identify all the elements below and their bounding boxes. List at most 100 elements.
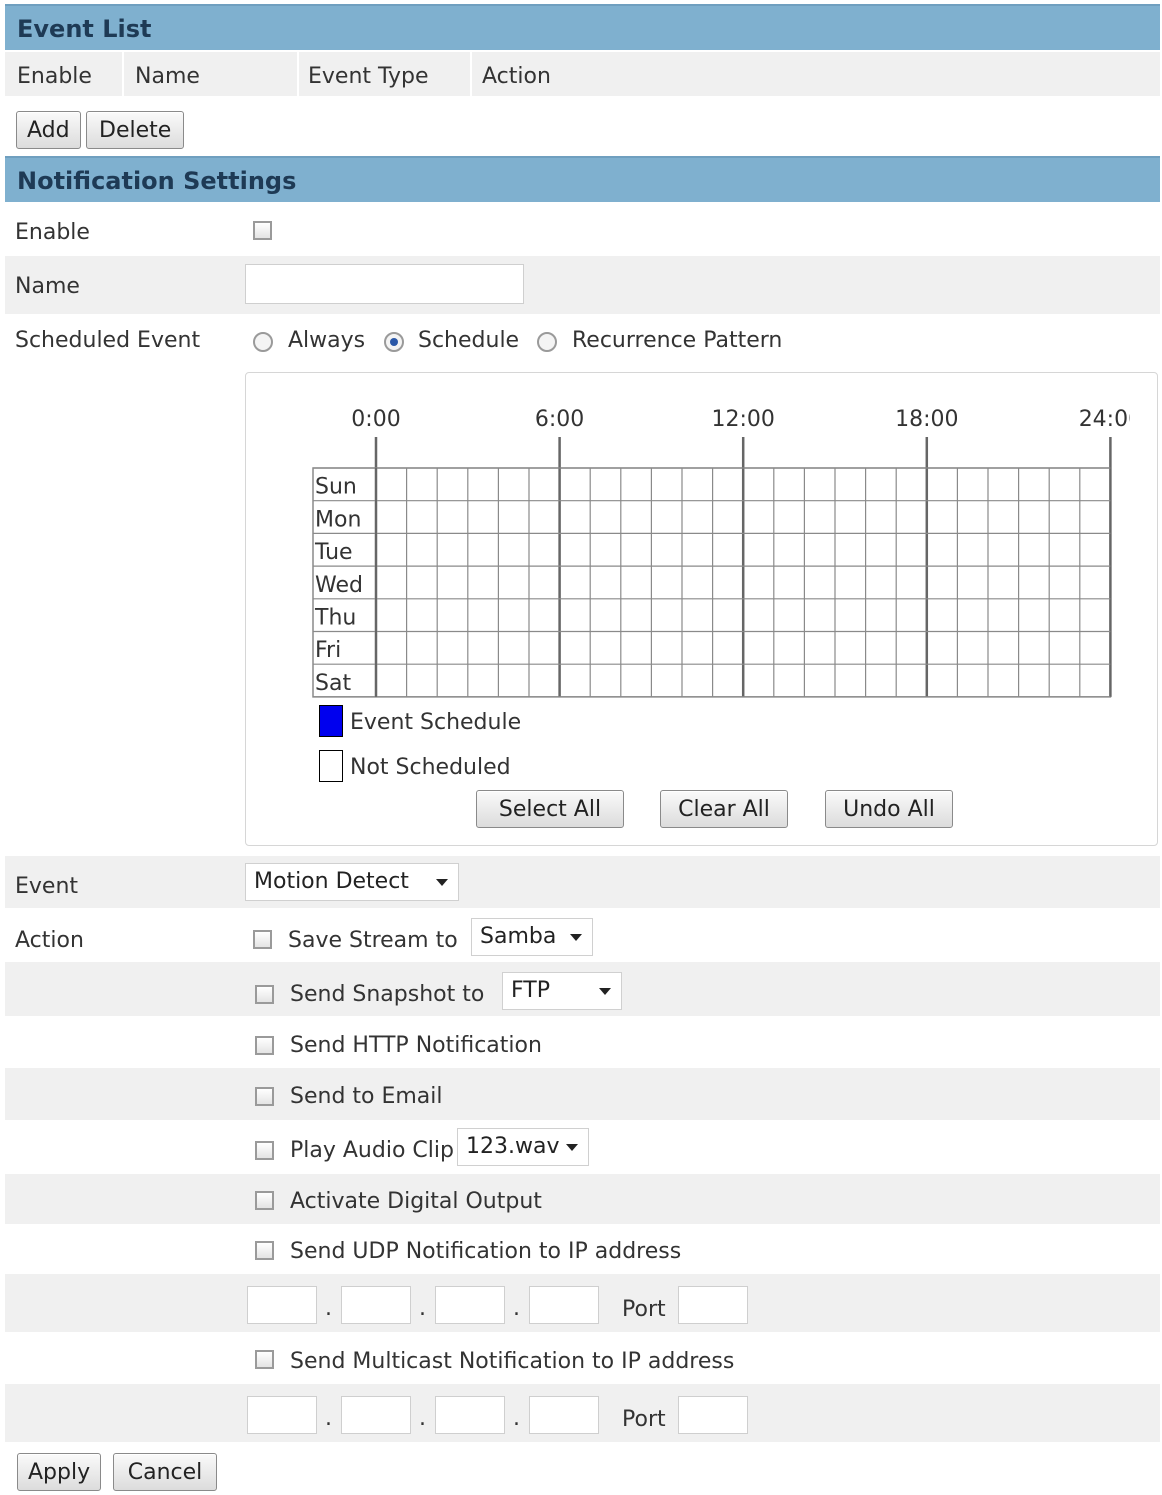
ip-dot: . xyxy=(419,1296,426,1321)
multicast-ip-octet-3[interactable] xyxy=(435,1396,505,1434)
action-row-http: Send HTTP Notification xyxy=(5,1016,1160,1068)
ip-dot: . xyxy=(325,1296,332,1321)
multicast-ip-octet-4[interactable] xyxy=(529,1396,599,1434)
udp-ip-octet-4[interactable] xyxy=(529,1286,599,1324)
udp-ip-octet-2[interactable] xyxy=(341,1286,411,1324)
event-list-columns: Enable Name Event Type Action xyxy=(5,52,1160,96)
day-label: Wed xyxy=(315,573,363,598)
clear-all-button[interactable]: Clear All xyxy=(660,790,788,828)
hour-label: 6:00 xyxy=(535,407,584,432)
event-label: Event xyxy=(15,874,79,899)
action-row-audio: Play Audio Clip 123.wav xyxy=(5,1120,1160,1174)
chevron-down-icon xyxy=(570,934,582,941)
apply-button[interactable]: Apply xyxy=(17,1453,101,1491)
name-input[interactable] xyxy=(245,264,524,304)
multicast-checkbox[interactable] xyxy=(255,1350,274,1369)
ip-dot: . xyxy=(513,1406,520,1431)
col-action: Action xyxy=(482,64,551,89)
http-notification-checkbox[interactable] xyxy=(255,1036,274,1055)
cancel-button[interactable]: Cancel xyxy=(113,1453,217,1491)
action-row-digital-output: Activate Digital Output xyxy=(5,1174,1160,1224)
action-row-save-stream: Action Save Stream to Samba xyxy=(5,908,1160,962)
day-label: Sun xyxy=(315,475,357,500)
multicast-ip-octet-2[interactable] xyxy=(341,1396,411,1434)
enable-label: Enable xyxy=(15,220,90,245)
udp-label: Send UDP Notification to IP address xyxy=(290,1239,682,1264)
udp-ip-octet-3[interactable] xyxy=(435,1286,505,1324)
delete-button[interactable]: Delete xyxy=(86,111,185,149)
save-stream-checkbox[interactable] xyxy=(253,930,272,949)
ip-dot: . xyxy=(325,1406,332,1431)
multicast-ip-octet-1[interactable] xyxy=(247,1396,317,1434)
email-label: Send to Email xyxy=(290,1084,443,1109)
audio-clip-select[interactable]: 123.wav xyxy=(457,1128,589,1166)
schedule-grid[interactable]: 0:00 6:00 12:00 18:00 24:00 Sun Mon Tue Wed Thu Fr… xyxy=(300,395,1130,705)
save-stream-label: Save Stream to xyxy=(288,928,458,953)
enable-checkbox[interactable] xyxy=(253,221,272,240)
ip-dot: . xyxy=(419,1406,426,1431)
send-snapshot-checkbox[interactable] xyxy=(255,985,274,1004)
udp-port-input[interactable] xyxy=(678,1286,748,1324)
scheduled-event-label: Scheduled Event xyxy=(15,328,201,353)
event-list-header: Event List xyxy=(5,4,1160,50)
digital-output-label: Activate Digital Output xyxy=(290,1189,542,1214)
enable-row: Enable xyxy=(5,204,1160,256)
event-row: Event Motion Detect xyxy=(5,856,1160,908)
action-row-udp: Send UDP Notification to IP address xyxy=(5,1224,1160,1274)
hour-label: 24:00 xyxy=(1079,407,1130,432)
udp-ip-octet-1[interactable] xyxy=(247,1286,317,1324)
send-snapshot-label: Send Snapshot to xyxy=(290,982,485,1007)
email-checkbox[interactable] xyxy=(255,1087,274,1106)
event-select-value: Motion Detect xyxy=(254,869,409,894)
chevron-down-icon xyxy=(599,988,611,995)
select-all-button[interactable]: Select All xyxy=(476,790,624,828)
chevron-down-icon xyxy=(566,1144,578,1151)
undo-all-button[interactable]: Undo All xyxy=(825,790,953,828)
day-label: Tue xyxy=(314,540,353,565)
udp-checkbox[interactable] xyxy=(255,1241,274,1260)
legend-not-scheduled-swatch xyxy=(319,750,343,782)
audio-clip-checkbox[interactable] xyxy=(255,1141,274,1160)
http-notification-label: Send HTTP Notification xyxy=(290,1033,542,1058)
grid-frame xyxy=(312,467,1112,698)
action-row-snapshot: Send Snapshot to FTP xyxy=(5,962,1160,1016)
send-snapshot-select-value: FTP xyxy=(511,978,550,1003)
name-row: Name xyxy=(5,256,1160,314)
chevron-down-icon xyxy=(436,879,448,886)
radio-always[interactable] xyxy=(253,332,273,352)
audio-clip-label: Play Audio Clip xyxy=(290,1138,454,1163)
notification-header: Notification Settings xyxy=(5,156,1160,202)
event-select[interactable]: Motion Detect xyxy=(245,863,459,901)
day-label: Fri xyxy=(315,638,341,663)
multicast-port-input[interactable] xyxy=(678,1396,748,1434)
name-label: Name xyxy=(15,274,80,299)
event-list-title: Event List xyxy=(17,15,152,43)
radio-recurrence-label: Recurrence Pattern xyxy=(572,328,783,353)
udp-port-label: Port xyxy=(622,1297,666,1322)
digital-output-checkbox[interactable] xyxy=(255,1191,274,1210)
hour-label: 18:00 xyxy=(895,407,958,432)
legend-not-scheduled-label: Not Scheduled xyxy=(350,755,511,780)
save-stream-select-value: Samba xyxy=(480,924,557,949)
radio-schedule-label: Schedule xyxy=(418,328,520,353)
radio-recurrence[interactable] xyxy=(537,332,557,352)
col-name: Name xyxy=(135,64,200,89)
col-event-type: Event Type xyxy=(308,64,429,89)
save-stream-select[interactable]: Samba xyxy=(471,918,593,956)
audio-clip-select-value: 123.wav xyxy=(466,1134,560,1159)
add-button[interactable]: Add xyxy=(16,111,81,149)
send-snapshot-select[interactable]: FTP xyxy=(502,972,622,1010)
multicast-port-label: Port xyxy=(622,1407,666,1432)
radio-always-label: Always xyxy=(288,328,366,353)
col-enable: Enable xyxy=(17,64,92,89)
day-label: Mon xyxy=(315,507,361,532)
hour-label: 0:00 xyxy=(351,407,400,432)
radio-schedule[interactable] xyxy=(384,332,404,352)
ip-dot: . xyxy=(513,1296,520,1321)
multicast-address-row: . . . Port xyxy=(5,1384,1160,1442)
legend-scheduled-swatch xyxy=(319,705,343,737)
notification-title: Notification Settings xyxy=(17,167,297,195)
multicast-label: Send Multicast Notification to IP addres… xyxy=(290,1349,735,1374)
action-row-email: Send to Email xyxy=(5,1068,1160,1120)
hour-label: 12:00 xyxy=(711,407,774,432)
